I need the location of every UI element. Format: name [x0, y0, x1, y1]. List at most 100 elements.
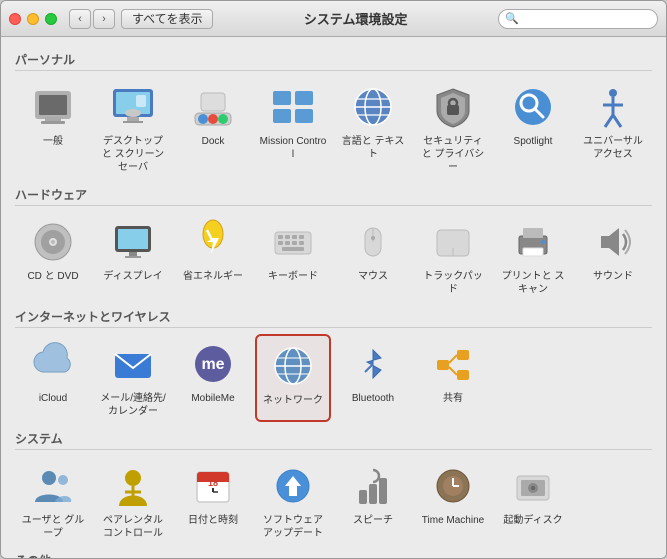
- icon-label-desktop: デスクトップと スクリーンセーバ: [99, 135, 167, 174]
- search-icon: 🔍: [505, 12, 519, 25]
- keyboard-icon: [269, 218, 317, 266]
- cddvd-icon: [29, 218, 77, 266]
- icon-label-mail: メール/連絡先/ カレンダー: [99, 392, 167, 418]
- section-title-internet: インターネットとワイヤレス: [15, 308, 652, 328]
- show-all-button[interactable]: すべてを表示: [121, 9, 213, 29]
- icon-item-icloud[interactable]: iCloud: [15, 334, 91, 422]
- mission-icon: [269, 83, 317, 131]
- traffic-lights: [9, 13, 57, 25]
- icon-label-parental: ペアレンタル コントロール: [99, 514, 167, 540]
- icon-label-speech: スピーチ: [353, 514, 393, 527]
- icon-item-bluetooth[interactable]: Bluetooth: [335, 334, 411, 422]
- search-box[interactable]: 🔍: [498, 9, 658, 29]
- icon-label-display: ディスプレイ: [103, 270, 162, 283]
- icon-label-mouse: マウス: [358, 270, 388, 283]
- icon-item-language[interactable]: 言語と テキスト: [335, 77, 411, 178]
- icon-item-display[interactable]: ディスプレイ: [95, 212, 171, 300]
- icon-item-software[interactable]: ソフトウェア アップデート: [255, 456, 331, 544]
- section-title-hardware: ハードウェア: [15, 186, 652, 206]
- section-title-personal: パーソナル: [15, 51, 652, 71]
- sound-icon: [589, 218, 637, 266]
- icon-item-mail[interactable]: メール/連絡先/ カレンダー: [95, 334, 171, 422]
- icon-item-cddvd[interactable]: CD と DVD: [15, 212, 91, 300]
- maximize-button[interactable]: [45, 13, 57, 25]
- window-title: システム環境設定: [213, 9, 498, 28]
- mobileme-icon: me: [189, 340, 237, 388]
- startup-icon: [509, 462, 557, 510]
- icon-label-software: ソフトウェア アップデート: [259, 514, 327, 540]
- forward-button[interactable]: ›: [93, 9, 115, 29]
- search-input[interactable]: [522, 12, 652, 26]
- icon-item-energy[interactable]: 省エネルギー: [175, 212, 251, 300]
- svg-text:me: me: [201, 356, 224, 373]
- minimize-button[interactable]: [27, 13, 39, 25]
- icon-label-network: ネットワーク: [263, 394, 323, 407]
- icon-item-users[interactable]: ユーザと グループ: [15, 456, 91, 544]
- parental-icon: [109, 462, 157, 510]
- icon-item-mission[interactable]: Mission Control: [255, 77, 331, 178]
- icon-label-trackpad: トラックパッド: [419, 270, 487, 296]
- back-button[interactable]: ‹: [69, 9, 91, 29]
- icon-grid-hardware: CD と DVD ディスプレイ 省エネルギーキーボードマウス トラックパッドプリントと…: [15, 212, 652, 300]
- icon-item-startup[interactable]: 起動ディスク: [495, 456, 571, 544]
- icon-grid-personal: 一般 デスクトップと スクリーンセーバDock Mission Control 言語と…: [15, 77, 652, 178]
- icon-item-sound[interactable]: サウンド: [575, 212, 651, 300]
- section-system: システムユーザと グループペアレンタル コントロール 18 日付と時刻 ソフトウェア …: [15, 430, 652, 544]
- energy-icon: [189, 218, 237, 266]
- spotlight-icon: [509, 83, 557, 131]
- icon-item-spotlight[interactable]: Spotlight: [495, 77, 571, 178]
- icon-label-datetime: 日付と時刻: [188, 514, 238, 527]
- icon-item-sharing[interactable]: 共有: [415, 334, 491, 422]
- section-hardware: ハードウェア CD と DVD ディスプレイ 省エネルギーキーボードマウス トラックパッ…: [15, 186, 652, 300]
- icon-item-network[interactable]: ネットワーク: [255, 334, 331, 422]
- icon-item-dock[interactable]: Dock: [175, 77, 251, 178]
- icon-label-mobileme: MobileMe: [191, 392, 234, 405]
- icon-grid-internet: iCloud メール/連絡先/ カレンダー me MobileMe ネットワーク Blue…: [15, 334, 652, 422]
- icon-label-mission: Mission Control: [259, 135, 327, 161]
- section-title-system: システム: [15, 430, 652, 450]
- icon-item-security[interactable]: セキュリティと プライバシー: [415, 77, 491, 178]
- icon-label-spotlight: Spotlight: [514, 135, 553, 148]
- titlebar: ‹ › すべてを表示 システム環境設定 🔍: [1, 1, 666, 37]
- mouse-icon: [349, 218, 397, 266]
- icon-label-security: セキュリティと プライバシー: [419, 135, 487, 174]
- users-icon: [29, 462, 77, 510]
- icon-item-mobileme[interactable]: me MobileMe: [175, 334, 251, 422]
- icon-item-desktop[interactable]: デスクトップと スクリーンセーバ: [95, 77, 171, 178]
- language-icon: [349, 83, 397, 131]
- section-other: その他Flash PlayerWMVFlip4Mac WMVFUSEFUSE f…: [15, 552, 652, 558]
- icon-label-sharing: 共有: [443, 392, 463, 405]
- icon-item-keyboard[interactable]: キーボード: [255, 212, 331, 300]
- icon-item-parental[interactable]: ペアレンタル コントロール: [95, 456, 171, 544]
- icon-item-general[interactable]: 一般: [15, 77, 91, 178]
- icon-item-datetime[interactable]: 18 日付と時刻: [175, 456, 251, 544]
- software-icon: [269, 462, 317, 510]
- icon-label-language: 言語と テキスト: [339, 135, 407, 161]
- section-personal: パーソナル一般 デスクトップと スクリーンセーバDock Mission Contr…: [15, 51, 652, 178]
- nav-buttons: ‹ ›: [69, 9, 115, 29]
- icon-label-energy: 省エネルギー: [183, 270, 243, 283]
- general-icon: [29, 83, 77, 131]
- section-internet: インターネットとワイヤレス iCloud メール/連絡先/ カレンダー me Mobil…: [15, 308, 652, 422]
- icon-label-icloud: iCloud: [39, 392, 67, 405]
- icon-item-trackpad[interactable]: トラックパッド: [415, 212, 491, 300]
- icon-item-timemachine[interactable]: Time Machine: [415, 456, 491, 544]
- icon-item-print[interactable]: プリントと スキャン: [495, 212, 571, 300]
- desktop-icon: [109, 83, 157, 131]
- icon-item-speech[interactable]: スピーチ: [335, 456, 411, 544]
- main-content: パーソナル一般 デスクトップと スクリーンセーバDock Mission Contr…: [1, 37, 666, 558]
- network-icon: [269, 342, 317, 390]
- icon-grid-system: ユーザと グループペアレンタル コントロール 18 日付と時刻 ソフトウェア アップデ…: [15, 456, 652, 544]
- icon-label-general: 一般: [43, 135, 63, 148]
- system-preferences-window: ‹ › すべてを表示 システム環境設定 🔍 パーソナル一般 デスクトップと スクリ…: [0, 0, 667, 559]
- bluetooth-icon: [349, 340, 397, 388]
- icon-label-timemachine: Time Machine: [422, 514, 484, 527]
- datetime-icon: 18: [189, 462, 237, 510]
- universal-icon: [589, 83, 637, 131]
- close-button[interactable]: [9, 13, 21, 25]
- icon-item-universal[interactable]: ユニバーサル アクセス: [575, 77, 651, 178]
- icon-item-mouse[interactable]: マウス: [335, 212, 411, 300]
- icon-label-users: ユーザと グループ: [19, 514, 87, 540]
- icon-label-print: プリントと スキャン: [499, 270, 567, 296]
- icon-label-bluetooth: Bluetooth: [352, 392, 394, 405]
